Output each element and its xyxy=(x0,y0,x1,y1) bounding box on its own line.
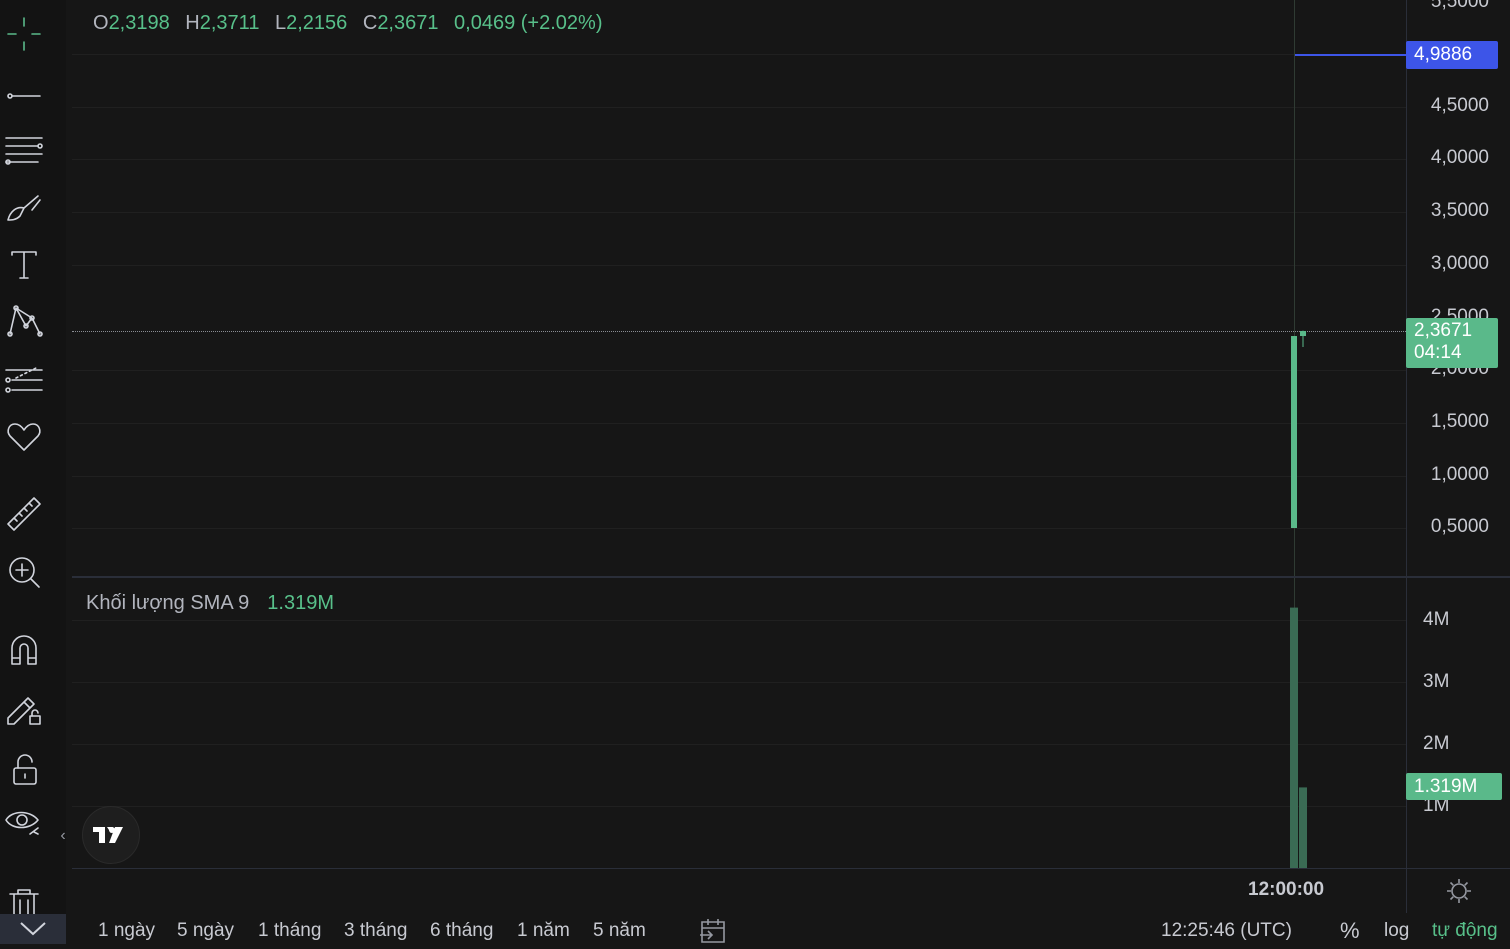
volume-pane[interactable] xyxy=(72,578,1406,868)
ohlc-legend: O2,3198 H2,3711 L2,2156 C2,3671 0,0469 (… xyxy=(93,12,612,35)
chevron-left-icon[interactable]: ‹ xyxy=(56,822,70,850)
volume-label: Khối lượng SMA 9 xyxy=(86,592,250,614)
volume-bar xyxy=(1299,787,1307,868)
lock-drawing-icon[interactable] xyxy=(0,684,48,732)
pattern-icon[interactable] xyxy=(0,296,48,344)
price-tick: 4,0000 xyxy=(1430,147,1489,168)
volume-tick: 2M xyxy=(1423,733,1450,754)
volume-legend: Khối lượng SMA 9 1.319M xyxy=(86,592,334,615)
range-5d-button[interactable]: 5 ngày xyxy=(177,920,234,942)
text-icon[interactable] xyxy=(0,240,48,288)
heart-icon[interactable] xyxy=(0,412,48,460)
change-value: 0,0469 (+2.02%) xyxy=(454,12,603,34)
time-label: 12:00:00 xyxy=(1248,879,1325,900)
volume-tick: 3M xyxy=(1423,671,1450,692)
price-tick: 4,5000 xyxy=(1430,95,1489,116)
magnet-icon[interactable] xyxy=(0,626,48,674)
price-tick: 3,0000 xyxy=(1430,253,1489,274)
zoom-in-icon[interactable] xyxy=(0,548,48,596)
candle-body xyxy=(1300,331,1306,337)
crosshair-icon[interactable] xyxy=(0,10,48,58)
auto-scale-toggle[interactable]: tự động xyxy=(1432,920,1498,942)
range-1d-button[interactable]: 1 ngày xyxy=(98,920,155,942)
unlock-icon[interactable] xyxy=(0,744,48,792)
range-5y-button[interactable]: 5 năm xyxy=(593,920,646,942)
range-1y-button[interactable]: 1 năm xyxy=(517,920,570,942)
price-tick: 1,0000 xyxy=(1430,464,1489,485)
bar-countdown: 04:14 xyxy=(1414,342,1462,363)
candle-body xyxy=(1291,336,1297,528)
utc-clock[interactable]: 12:25:46 (UTC) xyxy=(1161,920,1292,942)
close-key: C xyxy=(362,12,378,34)
volume-bar xyxy=(1290,607,1298,868)
bottom-toolbar: 1 ngày 5 ngày 1 tháng 3 tháng 6 tháng 1 … xyxy=(66,912,1510,944)
log-scale-toggle[interactable]: log xyxy=(1384,920,1409,942)
price-tick: 0,5000 xyxy=(1430,516,1489,537)
forecast-icon[interactable] xyxy=(0,356,48,404)
high-key: H xyxy=(185,12,200,34)
high-value: 2,3711 xyxy=(199,12,260,34)
price-tick: 5,5000 xyxy=(1430,0,1489,12)
go-to-date-button[interactable] xyxy=(698,918,728,949)
time-axis[interactable]: 12:00:00 xyxy=(72,868,1406,913)
volume-sma-badge: 1.319M xyxy=(1406,773,1502,800)
volume-sma-value: 1.319M xyxy=(267,592,334,614)
calendar-goto-icon xyxy=(700,919,725,943)
close-value: 2,3671 xyxy=(377,12,439,34)
sun-icon xyxy=(1447,879,1471,903)
open-key: O xyxy=(93,12,109,34)
high-price-badge: 4,9886 xyxy=(1406,41,1498,69)
volume-axis[interactable]: 4M 3M 2M 1M xyxy=(1406,578,1510,868)
price-axis[interactable]: 5,5000 4,5000 4,0000 3,5000 3,0000 2,500… xyxy=(1406,0,1510,576)
range-3m-button[interactable]: 3 tháng xyxy=(344,920,407,942)
collapse-toolbar-button[interactable] xyxy=(0,914,66,944)
brush-icon[interactable] xyxy=(0,184,48,232)
price-tick: 1,5000 xyxy=(1430,411,1489,432)
last-price-badge: 2,3671 04:14 xyxy=(1406,318,1498,368)
candlestick-chart xyxy=(1291,330,1306,528)
price-pane[interactable] xyxy=(72,0,1406,576)
trend-line-icon[interactable] xyxy=(0,68,48,116)
chevron-down-icon xyxy=(20,922,46,936)
range-1m-button[interactable]: 1 tháng xyxy=(258,920,321,942)
percent-scale-toggle[interactable]: % xyxy=(1340,918,1360,944)
eye-icon[interactable] xyxy=(0,796,48,844)
last-price-value: 2,3671 xyxy=(1414,320,1473,341)
chart-settings-button[interactable] xyxy=(1406,868,1510,913)
volume-tick: 4M xyxy=(1423,609,1450,630)
ruler-icon[interactable] xyxy=(0,490,48,538)
volume-bars xyxy=(1290,607,1307,868)
fib-lines-icon[interactable] xyxy=(0,126,48,174)
low-key: L xyxy=(275,12,287,34)
range-6m-button[interactable]: 6 tháng xyxy=(430,920,493,942)
tradingview-logo[interactable] xyxy=(82,806,140,864)
tradingview-logo-icon xyxy=(93,827,123,843)
low-value: 2,2156 xyxy=(286,12,348,34)
price-tick: 3,5000 xyxy=(1430,200,1489,221)
drawing-toolbar xyxy=(0,0,66,944)
open-value: 2,3198 xyxy=(108,12,170,34)
